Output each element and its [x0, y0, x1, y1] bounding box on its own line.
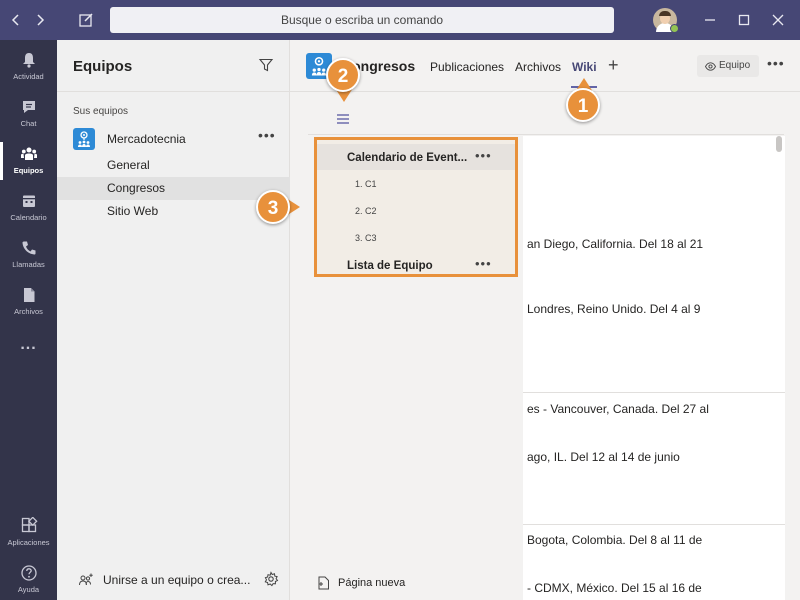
callout-number: 1 — [566, 88, 600, 122]
rail-label: Ayuda — [17, 585, 40, 594]
main-area: Congresos Publicaciones Archivos Wiki + … — [290, 40, 800, 600]
team-button[interactable]: Equipo — [697, 55, 759, 77]
divider — [57, 91, 290, 92]
toc-more-button[interactable]: ••• — [475, 148, 492, 163]
team-name: Mercadotecnia — [107, 132, 186, 146]
rail-item-calendario[interactable]: Calendario — [0, 185, 57, 231]
callout-number: 3 — [256, 190, 290, 224]
team-button-label: Equipo — [719, 60, 751, 71]
callout-number: 2 — [326, 58, 360, 92]
wiki-content: an Diego, California. Del 18 al 21 Londr… — [523, 136, 785, 600]
scrollbar[interactable] — [776, 136, 782, 152]
avatar[interactable] — [653, 8, 679, 33]
toc-section-c1[interactable]: 1. C1 — [355, 179, 377, 189]
wiki-table-of-contents: Calendario de Event... ••• 1. C1 2. C2 3… — [314, 137, 518, 277]
chat-icon — [22, 101, 35, 113]
rail-label: Llamadas — [12, 260, 45, 269]
team-item-mercadotecnia[interactable]: Mercadotecnia ••• — [57, 126, 290, 152]
channel-header: Congresos Publicaciones Archivos Wiki + … — [290, 40, 800, 92]
new-page-icon[interactable] — [318, 576, 330, 590]
bell-icon — [22, 53, 35, 68]
team-more-button[interactable]: ••• — [258, 127, 276, 143]
content-line: ago, IL. Del 12 al 14 de junio — [527, 450, 680, 464]
add-tab-button[interactable]: + — [608, 55, 619, 76]
team-logo-icon — [73, 128, 95, 150]
divider — [308, 134, 784, 135]
status-badge — [670, 24, 679, 33]
title-bar: Busque o escriba un comando — [0, 0, 800, 40]
more-options-button[interactable]: ••• — [767, 55, 785, 71]
toc-page-title: Lista de Equipo — [347, 260, 433, 272]
section-label: Sus equipos — [73, 106, 129, 117]
app-rail: Actividad Chat Equipos Calendario Llamad… — [0, 40, 57, 600]
rail-item-archivos[interactable]: Archivos — [0, 279, 57, 325]
toc-page-lista[interactable]: Lista de Equipo ••• — [317, 252, 515, 278]
rail-item-llamadas[interactable]: Llamadas — [0, 232, 57, 278]
maximize-icon[interactable] — [734, 10, 754, 30]
hamburger-menu-icon[interactable] — [336, 112, 350, 126]
teams-panel: Equipos Sus equipos Mercadotecnia ••• Ge… — [57, 40, 290, 600]
divider — [523, 392, 785, 393]
search-input[interactable]: Busque o escriba un comando — [110, 7, 614, 33]
compose-icon[interactable] — [76, 10, 96, 30]
more-icon: ... — [20, 336, 37, 353]
help-icon — [20, 565, 37, 581]
divider — [523, 524, 785, 525]
panel-title: Equipos — [73, 58, 133, 75]
rail-item-ayuda[interactable]: Ayuda — [0, 557, 57, 600]
gear-icon[interactable] — [263, 571, 279, 587]
toc-section-c2[interactable]: 2. C2 — [355, 206, 377, 216]
phone-icon — [22, 241, 35, 255]
file-icon — [23, 288, 34, 302]
rail-item-actividad[interactable]: Actividad — [0, 44, 57, 90]
toc-more-button[interactable]: ••• — [475, 256, 492, 271]
back-icon[interactable] — [6, 10, 26, 30]
tab-archivos[interactable]: Archivos — [515, 60, 561, 74]
channel-general[interactable]: General — [57, 154, 290, 177]
new-page-button[interactable]: Página nueva — [338, 577, 405, 589]
teams-icon — [20, 147, 37, 160]
apps-icon — [21, 517, 38, 533]
join-team-icon — [78, 572, 94, 588]
toc-page-calendario[interactable]: Calendario de Event... ••• — [317, 144, 515, 170]
rail-label: Actividad — [13, 72, 44, 81]
content-line: Londres, Reino Unido. Del 4 al 9 — [527, 302, 701, 316]
rail-item-chat[interactable]: Chat — [0, 91, 57, 137]
rail-label: Aplicaciones — [7, 538, 50, 547]
rail-item-equipos[interactable]: Equipos — [0, 138, 57, 184]
content-line: Bogota, Colombia. Del 8 al 11 de — [527, 533, 703, 547]
toc-page-title: Calendario de Event... — [347, 152, 468, 164]
rail-item-aplicaciones[interactable]: Aplicaciones — [0, 510, 57, 556]
rail-label: Equipos — [13, 166, 44, 175]
calendar-icon — [22, 195, 35, 207]
minimize-icon[interactable] — [700, 10, 720, 30]
callout-3: 3 — [256, 190, 300, 230]
rail-item-more[interactable]: ... — [0, 330, 57, 376]
tab-wiki[interactable]: Wiki — [572, 60, 597, 74]
toc-section-c3[interactable]: 3. C3 — [355, 233, 377, 243]
eye-icon — [705, 62, 716, 71]
content-line: an Diego, California. Del 18 al 21 — [527, 237, 704, 251]
content-line: - CDMX, México. Del 15 al 16 de — [527, 581, 702, 595]
panel-footer: Unirse a un equipo o crea... — [57, 560, 290, 600]
avatar-hair — [659, 11, 671, 16]
filter-icon[interactable] — [258, 57, 274, 73]
forward-icon[interactable] — [30, 10, 50, 30]
callout-1: 1 — [566, 78, 606, 128]
join-team-link[interactable]: Unirse a un equipo o crea... — [103, 573, 250, 587]
close-icon[interactable] — [768, 10, 788, 30]
callout-2: 2 — [326, 58, 366, 102]
content-line: es - Vancouver, Canada. Del 27 al — [527, 402, 709, 416]
tab-publicaciones[interactable]: Publicaciones — [430, 60, 504, 74]
rail-label: Chat — [20, 119, 37, 128]
rail-label: Archivos — [14, 307, 43, 316]
rail-label: Calendario — [10, 213, 47, 222]
